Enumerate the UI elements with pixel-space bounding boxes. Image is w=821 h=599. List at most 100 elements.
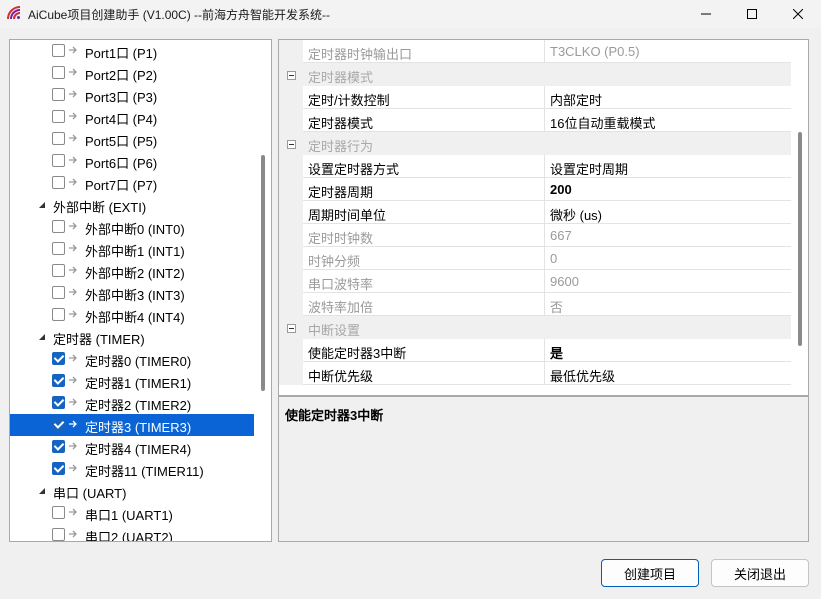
maximize-button[interactable] bbox=[729, 0, 775, 28]
property-value-cell[interactable]: 16位自动重载模式 bbox=[545, 109, 791, 132]
expand-triangle-icon[interactable] bbox=[38, 333, 46, 341]
tree-item-checkbox[interactable] bbox=[52, 44, 65, 57]
collapse-minus-icon[interactable] bbox=[287, 324, 296, 333]
tree-item[interactable]: 外部中断0 (INT0) bbox=[10, 216, 254, 238]
property-value-cell[interactable]: 设置定时周期 bbox=[545, 155, 791, 178]
tree-item[interactable]: Port2口 (P2) bbox=[10, 62, 254, 84]
tree-item-checkbox[interactable] bbox=[52, 286, 65, 299]
tree-item[interactable]: 串口1 (UART1) bbox=[10, 502, 254, 524]
property-row[interactable]: 定时器时钟输出口 T3CLKO (P0.5) bbox=[279, 40, 791, 63]
property-row-gutter bbox=[279, 40, 303, 63]
property-row[interactable]: 串口波特率 9600 bbox=[279, 270, 791, 293]
property-name-cell[interactable]: 定时/计数控制 bbox=[303, 86, 545, 109]
close-exit-button[interactable]: 关闭退出 bbox=[711, 559, 809, 587]
property-value-cell[interactable]: T3CLKO (P0.5) bbox=[545, 40, 791, 63]
tree-item[interactable]: 外部中断2 (INT2) bbox=[10, 260, 254, 282]
property-category[interactable]: 中断设置 bbox=[279, 316, 791, 339]
tree-item[interactable]: Port5口 (P5) bbox=[10, 128, 254, 150]
tree-item[interactable]: Port7口 (P7) bbox=[10, 172, 254, 194]
minimize-button[interactable] bbox=[683, 0, 729, 28]
tree-item-checkbox[interactable] bbox=[52, 110, 65, 123]
tree-item-checkbox[interactable] bbox=[52, 132, 65, 145]
tree-item[interactable]: 串口2 (UART2) bbox=[10, 524, 254, 541]
property-value-cell[interactable]: 否 bbox=[545, 293, 791, 316]
create-project-button[interactable]: 创建项目 bbox=[601, 559, 699, 587]
property-grid[interactable]: 定时器时钟输出口 T3CLKO (P0.5) 定时器模式 定时/计数控制 内部定时 定时器… bbox=[278, 39, 809, 396]
tree-item-checkbox[interactable] bbox=[52, 418, 65, 431]
tree-item-checkbox[interactable] bbox=[52, 264, 65, 277]
tree-item-checkbox[interactable] bbox=[52, 506, 65, 519]
arrow-right-icon bbox=[69, 266, 77, 274]
property-value-cell[interactable]: 微秒 (us) bbox=[545, 201, 791, 224]
tree-item[interactable]: 定时器3 (TIMER3) bbox=[10, 414, 254, 436]
tree-item-checkbox[interactable] bbox=[52, 462, 65, 475]
tree-item-checkbox[interactable] bbox=[52, 242, 65, 255]
expand-triangle-icon[interactable] bbox=[38, 487, 46, 495]
property-name-cell[interactable]: 时钟分频 bbox=[303, 247, 545, 270]
tree-item-checkbox[interactable] bbox=[52, 66, 65, 79]
property-value-cell[interactable]: 最低优先级 bbox=[545, 362, 791, 385]
property-value-cell[interactable]: 667 bbox=[545, 224, 791, 247]
collapse-minus-icon[interactable] bbox=[287, 140, 296, 149]
property-value-cell[interactable]: 200 bbox=[545, 178, 791, 201]
property-row[interactable]: 中断优先级 最低优先级 bbox=[279, 362, 791, 385]
tree-item[interactable]: 定时器0 (TIMER0) bbox=[10, 348, 254, 370]
tree-item[interactable]: 定时器11 (TIMER11) bbox=[10, 458, 254, 480]
tree-item-checkbox[interactable] bbox=[52, 308, 65, 321]
tree-item-checkbox[interactable] bbox=[52, 154, 65, 167]
tree-item-checkbox[interactable] bbox=[52, 176, 65, 189]
property-row[interactable]: 波特率加倍 否 bbox=[279, 293, 791, 316]
property-value-cell[interactable]: 是 bbox=[545, 339, 791, 362]
property-name-cell[interactable]: 定时器时钟输出口 bbox=[303, 40, 545, 63]
property-row[interactable]: 定时器周期 200 bbox=[279, 178, 791, 201]
tree-item[interactable]: Port6口 (P6) bbox=[10, 150, 254, 172]
property-name-cell[interactable]: 定时时钟数 bbox=[303, 224, 545, 247]
property-name-cell[interactable]: 波特率加倍 bbox=[303, 293, 545, 316]
property-name-cell[interactable]: 周期时间单位 bbox=[303, 201, 545, 224]
tree-item-checkbox[interactable] bbox=[52, 374, 65, 387]
tree-group-node[interactable]: 外部中断 (EXTI) bbox=[10, 194, 254, 216]
property-value-cell[interactable]: 内部定时 bbox=[545, 86, 791, 109]
tree-group-node[interactable]: 串口 (UART) bbox=[10, 480, 254, 502]
property-name-cell[interactable]: 串口波特率 bbox=[303, 270, 545, 293]
property-row[interactable]: 时钟分频 0 bbox=[279, 247, 791, 270]
tree-item-checkbox[interactable] bbox=[52, 220, 65, 233]
tree-item[interactable]: 外部中断3 (INT3) bbox=[10, 282, 254, 304]
tree-item-checkbox[interactable] bbox=[52, 88, 65, 101]
tree-item[interactable]: Port4口 (P4) bbox=[10, 106, 254, 128]
property-name-cell[interactable]: 定时器周期 bbox=[303, 178, 545, 201]
tree-scrollbar[interactable] bbox=[261, 155, 265, 391]
property-category[interactable]: 定时器行为 bbox=[279, 132, 791, 155]
tree-group-node[interactable]: 定时器 (TIMER) bbox=[10, 326, 254, 348]
property-category[interactable]: 定时器模式 bbox=[279, 63, 791, 86]
tree-item[interactable]: 外部中断1 (INT1) bbox=[10, 238, 254, 260]
tree-item[interactable]: Port1口 (P1) bbox=[10, 40, 254, 62]
property-row[interactable]: 定时器模式 16位自动重载模式 bbox=[279, 109, 791, 132]
collapse-minus-icon[interactable] bbox=[287, 71, 296, 80]
tree-item-checkbox[interactable] bbox=[52, 528, 65, 541]
property-value-cell[interactable]: 9600 bbox=[545, 270, 791, 293]
tree-item-checkbox[interactable] bbox=[52, 440, 65, 453]
tree-item[interactable]: 定时器2 (TIMER2) bbox=[10, 392, 254, 414]
property-name: 波特率加倍 bbox=[308, 300, 374, 315]
property-name-cell[interactable]: 定时器模式 bbox=[303, 109, 545, 132]
tree-item-checkbox[interactable] bbox=[52, 396, 65, 409]
tree-item[interactable]: 外部中断4 (INT4) bbox=[10, 304, 254, 326]
tree-item[interactable]: 定时器1 (TIMER1) bbox=[10, 370, 254, 392]
property-name-cell[interactable]: 使能定时器3中断 bbox=[303, 339, 545, 362]
property-name-cell[interactable]: 中断优先级 bbox=[303, 362, 545, 385]
property-row[interactable]: 使能定时器3中断 是 bbox=[279, 339, 791, 362]
property-value-cell[interactable]: 0 bbox=[545, 247, 791, 270]
peripheral-tree[interactable]: Port1口 (P1) Port2口 (P2) Port3口 (P3) Port4口 … bbox=[9, 39, 272, 542]
property-row[interactable]: 定时时钟数 667 bbox=[279, 224, 791, 247]
tree-item-checkbox[interactable] bbox=[52, 352, 65, 365]
tree-item[interactable]: Port3口 (P3) bbox=[10, 84, 254, 106]
property-grid-scrollbar[interactable] bbox=[798, 132, 802, 346]
property-row[interactable]: 周期时间单位 微秒 (us) bbox=[279, 201, 791, 224]
tree-item[interactable]: 定时器4 (TIMER4) bbox=[10, 436, 254, 458]
expand-triangle-icon[interactable] bbox=[38, 201, 46, 209]
property-row[interactable]: 定时/计数控制 内部定时 bbox=[279, 86, 791, 109]
property-row[interactable]: 设置定时器方式 设置定时周期 bbox=[279, 155, 791, 178]
close-button[interactable] bbox=[775, 0, 821, 28]
property-name-cell[interactable]: 设置定时器方式 bbox=[303, 155, 545, 178]
